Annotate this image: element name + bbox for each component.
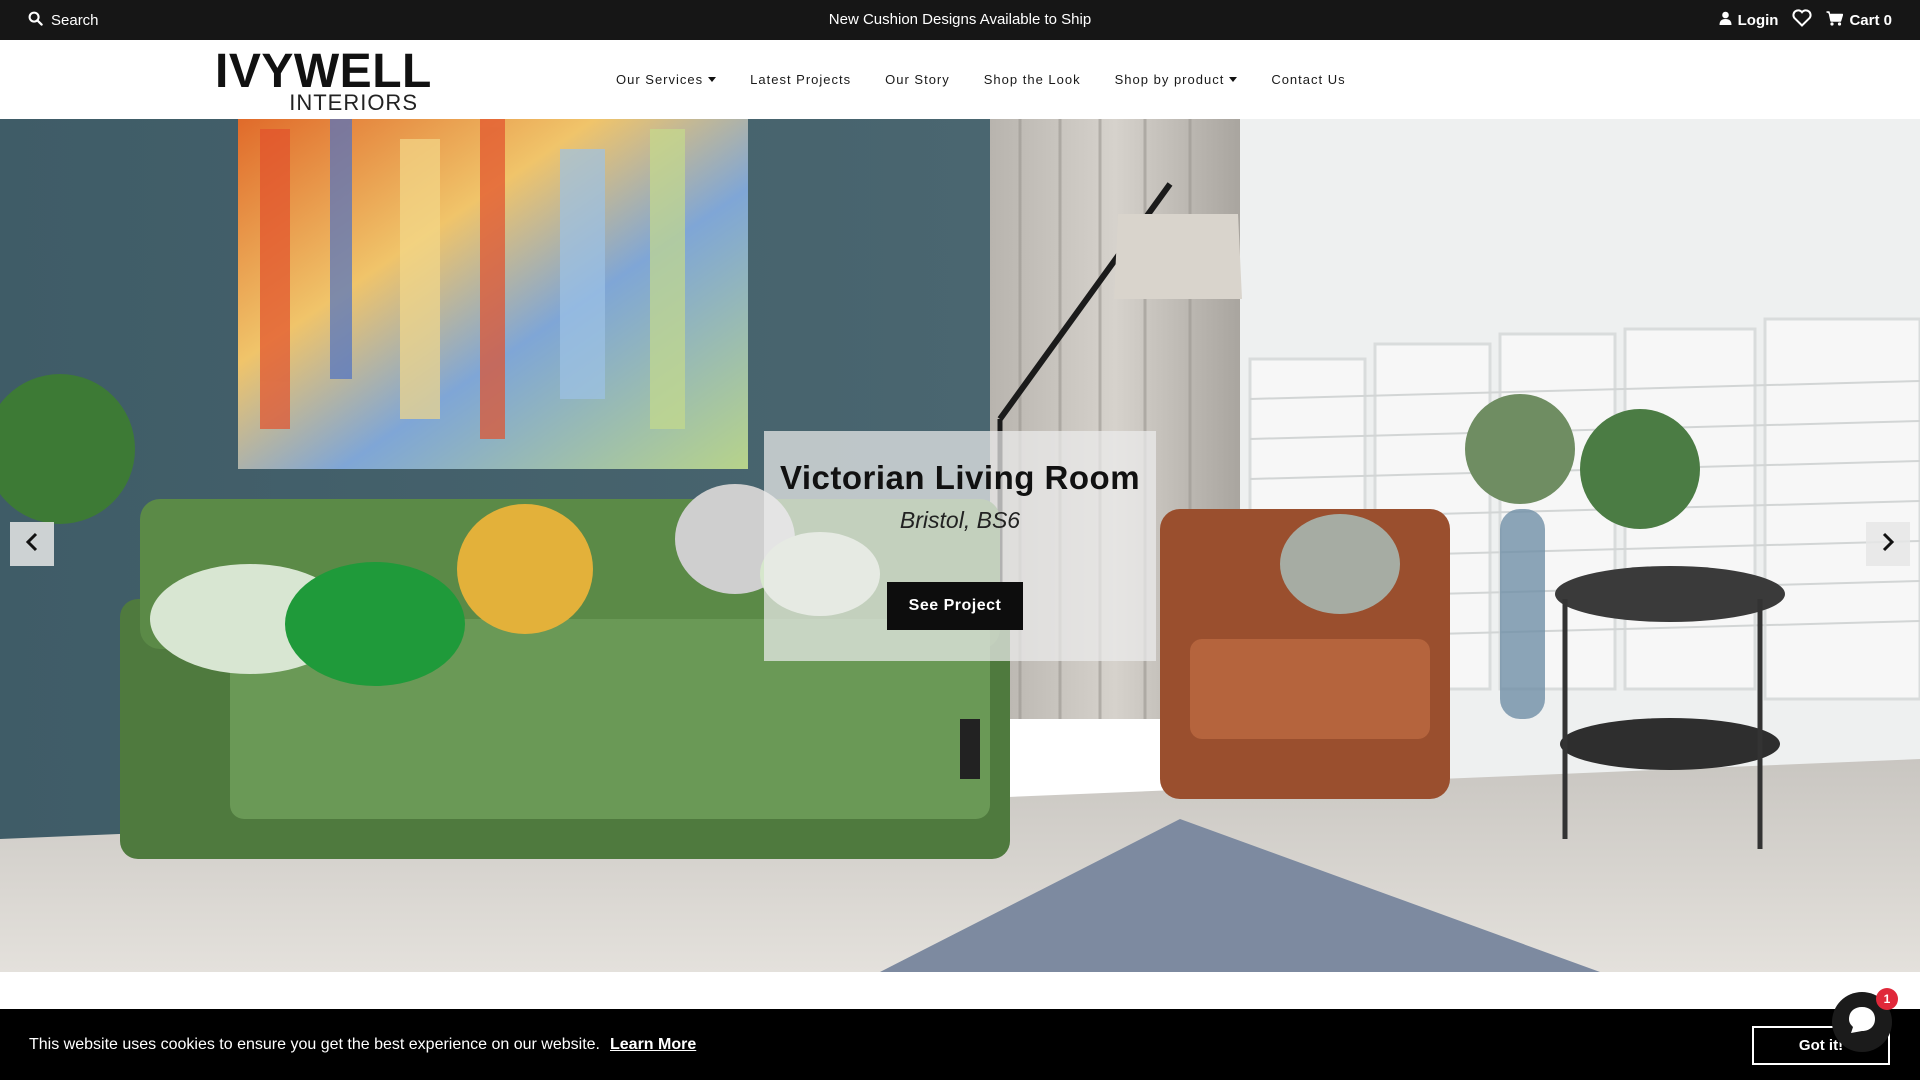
nav-label: Our Services — [616, 72, 704, 87]
brand-logo[interactable]: IVYWELL INTERIORS — [215, 48, 431, 115]
nav-contact-us[interactable]: Contact Us — [1271, 72, 1345, 87]
nav-label: Shop by product — [1114, 72, 1225, 87]
wishlist-link[interactable] — [1792, 9, 1813, 31]
chevron-right-icon — [1881, 532, 1895, 557]
nav-shop-the-look[interactable]: Shop the Look — [984, 72, 1081, 87]
learn-more-link[interactable]: Learn More — [610, 1036, 696, 1054]
user-icon — [1719, 11, 1732, 29]
announcement-bar: Search New Cushion Designs Available to … — [0, 0, 1920, 40]
slide-title: Victorian Living Room — [779, 459, 1141, 496]
chat-notification-badge: 1 — [1876, 988, 1898, 1010]
chat-widget-button[interactable]: 1 — [1832, 988, 1898, 1052]
cart-label: Cart 0 — [1849, 11, 1892, 29]
cookie-message: This website uses cookies to ensure you … — [29, 1035, 600, 1053]
site-header: IVYWELL INTERIORS Our Services Latest Pr… — [0, 40, 1920, 119]
main-nav: Our Services Latest Projects Our Story S… — [616, 40, 1346, 119]
search-link[interactable]: Search — [28, 0, 99, 40]
cart-link[interactable]: Cart 0 — [1826, 10, 1892, 30]
see-project-button[interactable]: See Project — [887, 582, 1023, 630]
chevron-down-icon — [708, 77, 717, 82]
slide-caption: Victorian Living Room Bristol, BS6 See P… — [764, 431, 1156, 661]
search-icon — [28, 11, 43, 30]
announcement-text: New Cushion Designs Available to Ship — [828, 11, 1092, 28]
nav-label: Contact Us — [1271, 72, 1346, 87]
login-label: Login — [1737, 11, 1779, 29]
slider-prev-button[interactable] — [10, 522, 54, 566]
nav-label: Latest Projects — [750, 72, 852, 87]
chevron-left-icon — [25, 532, 39, 557]
nav-label: Our Story — [885, 72, 950, 87]
hero-slider: Victorian Living Room Bristol, BS6 See P… — [0, 119, 1920, 972]
chevron-down-icon — [1229, 77, 1238, 82]
cart-icon — [1826, 10, 1844, 30]
logo-subtitle: INTERIORS — [289, 90, 418, 115]
nav-our-services[interactable]: Our Services — [616, 72, 717, 87]
logo-wordmark: IVYWELL — [215, 45, 432, 98]
search-label: Search — [51, 11, 99, 29]
login-link[interactable]: Login — [1719, 11, 1779, 29]
nav-shop-by-product[interactable]: Shop by product — [1115, 72, 1238, 87]
slider-next-button[interactable] — [1866, 522, 1910, 566]
cookie-message-row: This website uses cookies to ensure you … — [29, 1009, 696, 1080]
nav-latest-projects[interactable]: Latest Projects — [750, 72, 851, 87]
chat-bubble-icon — [1845, 1003, 1879, 1042]
nav-our-story[interactable]: Our Story — [885, 72, 950, 87]
cookie-banner: This website uses cookies to ensure you … — [0, 1009, 1920, 1080]
account-links: Login Cart 0 — [1719, 0, 1892, 40]
nav-label: Shop the Look — [983, 72, 1081, 87]
heart-icon — [1792, 9, 1813, 31]
slide-subtitle: Bristol, BS6 — [899, 507, 1021, 533]
